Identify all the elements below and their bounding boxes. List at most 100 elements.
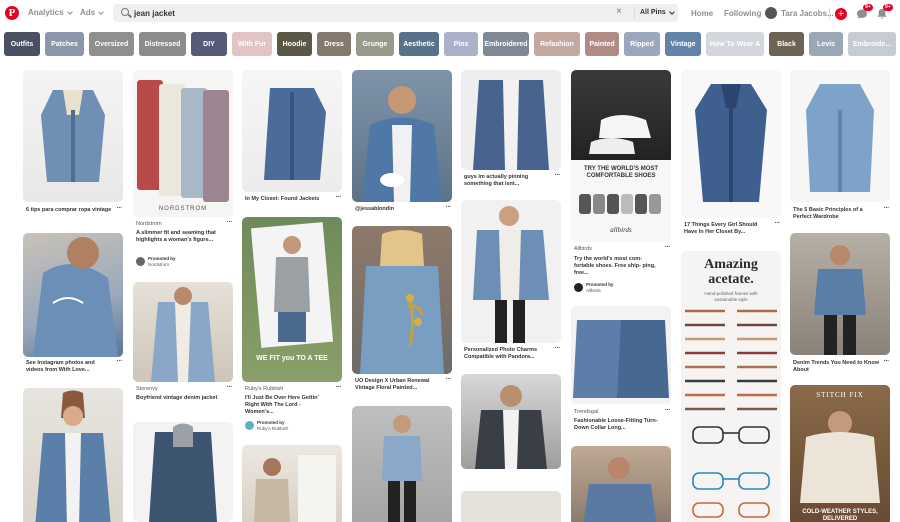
guide-chip[interactable]: Embroide...: [848, 32, 896, 56]
pin-image[interactable]: [23, 388, 123, 522]
pin-card[interactable]: [352, 406, 452, 522]
pin-image[interactable]: STITCH FIX COLD-WEATHER STYLES, DELIVERE…: [790, 385, 890, 522]
promoted-label: Promoted by: [257, 420, 285, 425]
pin-card[interactable]: [461, 491, 561, 522]
pin-card[interactable]: [571, 446, 671, 522]
pin-more-options[interactable]: ···: [336, 194, 342, 201]
pin-card[interactable]: 6 tips para comprar ropa vintage ···: [23, 70, 123, 225]
pin-card[interactable]: 17 Things Every Girl Should Have In Her …: [681, 70, 781, 250]
pin-card[interactable]: Trendsgal ··· Fashionable Loose-Fitting …: [571, 306, 671, 441]
pin-image[interactable]: [571, 446, 671, 522]
pinterest-logo[interactable]: P: [5, 6, 19, 20]
pin-image[interactable]: [461, 200, 561, 343]
guide-chip[interactable]: Vintage: [665, 32, 701, 56]
pin-more-options[interactable]: ···: [775, 220, 781, 227]
guide-chip[interactable]: Oversized: [89, 32, 134, 56]
notifications-bell-icon[interactable]: 9+: [876, 4, 893, 20]
pin-card[interactable]: [242, 445, 342, 522]
guide-chip[interactable]: Embroidered: [483, 32, 529, 56]
pin-image[interactable]: [681, 70, 781, 218]
pin-more-options[interactable]: ···: [227, 219, 233, 226]
guide-chip[interactable]: Levis: [809, 32, 843, 56]
pin-image[interactable]: [133, 422, 233, 522]
guide-chip[interactable]: Painted: [585, 32, 619, 56]
pin-card[interactable]: UO Design X Urban Renewal Vintage Floral…: [352, 226, 452, 398]
pin-image[interactable]: TRY THE WORLD'S MOST COMFORTABLE SHOES a…: [571, 70, 671, 242]
search-scope-dropdown[interactable]: All Pins: [640, 8, 675, 16]
pin-more-options[interactable]: ···: [555, 345, 561, 352]
guide-chip[interactable]: Refashion: [534, 32, 580, 56]
pin-more-options[interactable]: ···: [665, 407, 671, 414]
pin-card[interactable]: In My Closet: Found Jackets ···: [242, 70, 342, 210]
guide-chip[interactable]: Outfits: [4, 32, 40, 56]
pin-card[interactable]: NORDSTROM Nordstrom ··· A slimmer fit an…: [133, 70, 233, 270]
pin-card[interactable]: [461, 374, 561, 469]
pin-more-options[interactable]: ···: [555, 172, 561, 179]
pin-card[interactable]: Denim Trends You Need to Know About ···: [790, 233, 890, 378]
pin-more-options[interactable]: ···: [336, 384, 342, 391]
guide-chip[interactable]: With Fur: [232, 32, 272, 56]
guide-chip[interactable]: Black: [769, 32, 804, 56]
messages-icon[interactable]: 9+: [856, 4, 873, 20]
avatar[interactable]: [765, 7, 777, 19]
pin-card[interactable]: Personalized Photo Charms Compatible wit…: [461, 200, 561, 365]
pin-card[interactable]: Storenvy ··· Boyfriend vintage denim jac…: [133, 282, 233, 412]
pin-more-options[interactable]: ···: [884, 358, 890, 365]
guide-chip[interactable]: Distressed: [139, 32, 186, 56]
pin-card[interactable]: @jessablondin ···: [352, 70, 452, 220]
pin-card[interactable]: guys im actually pinning something that …: [461, 70, 561, 200]
guide-chip[interactable]: Grunge: [356, 32, 394, 56]
pin-title: A slimmer fit and seaming that highlight…: [136, 230, 216, 243]
guide-chip[interactable]: Patches: [45, 32, 84, 56]
pin-more-options[interactable]: ···: [117, 358, 123, 365]
pin-image[interactable]: [571, 306, 671, 404]
guide-chip[interactable]: Hoodie: [277, 32, 312, 56]
pin-card[interactable]: [23, 388, 123, 522]
pin-image[interactable]: Amazing acetate. Hand-polished frames wi…: [681, 251, 781, 522]
pin-card[interactable]: [133, 422, 233, 522]
pin-image[interactable]: [352, 226, 452, 374]
pin-more-options[interactable]: ···: [446, 204, 452, 211]
pin-card[interactable]: STITCH FIX COLD-WEATHER STYLES, DELIVERE…: [790, 385, 890, 522]
pin-image[interactable]: [352, 70, 452, 202]
pin-more-options[interactable]: ···: [665, 244, 671, 251]
pin-more-options[interactable]: ···: [227, 384, 233, 391]
guide-chip[interactable]: How To Wear A: [706, 32, 764, 56]
guide-chip[interactable]: DIY: [191, 32, 227, 56]
pin-card[interactable]: Amazing acetate. Hand-polished frames wi…: [681, 251, 781, 522]
pin-image[interactable]: [461, 70, 561, 170]
pin-more-options[interactable]: ···: [446, 376, 452, 383]
search-input[interactable]: [134, 4, 614, 22]
guide-chip[interactable]: Aesthetic: [399, 32, 439, 56]
pin-card[interactable]: WE FIT you TO A TEE Ruby's Rubbish ··· I…: [242, 217, 342, 442]
pin-image[interactable]: [790, 233, 890, 355]
pin-more-options[interactable]: ···: [117, 205, 123, 212]
pin-image[interactable]: [461, 374, 561, 469]
guide-chip[interactable]: Ripped: [624, 32, 660, 56]
pin-card[interactable]: See Instagram photos and videos from Wit…: [23, 233, 123, 378]
home-link[interactable]: Home: [691, 9, 713, 18]
user-name-link[interactable]: Tara Jacobs...: [781, 9, 834, 18]
pin-image[interactable]: [133, 282, 233, 382]
clear-search-icon[interactable]: ×: [616, 6, 622, 17]
pin-image[interactable]: [790, 70, 890, 202]
pin-card[interactable]: The 5 Basic Principles of a Perfect Ward…: [790, 70, 890, 230]
pin-image[interactable]: [242, 445, 342, 522]
pin-image[interactable]: [23, 70, 123, 202]
ads-menu[interactable]: Ads: [80, 8, 104, 17]
guide-chip[interactable]: Pins: [444, 32, 478, 56]
promoted-by: Promoted by Nordstrom: [136, 256, 176, 267]
guide-chip[interactable]: Dress: [317, 32, 351, 56]
pin-image[interactable]: [23, 233, 123, 357]
ad-heading: Amazing acetate.: [704, 257, 758, 287]
create-plus-icon[interactable]: +: [835, 8, 847, 20]
pin-more-options[interactable]: ···: [884, 205, 890, 212]
pin-image[interactable]: [461, 491, 561, 522]
pin-image[interactable]: [242, 70, 342, 192]
pin-card[interactable]: TRY THE WORLD'S MOST COMFORTABLE SHOES a…: [571, 70, 671, 305]
analytics-menu[interactable]: Analytics: [28, 8, 73, 17]
pin-image[interactable]: [352, 406, 452, 522]
pin-image[interactable]: NORDSTROM: [133, 70, 233, 217]
following-link[interactable]: Following: [724, 9, 761, 18]
pin-image[interactable]: WE FIT you TO A TEE: [242, 217, 342, 382]
